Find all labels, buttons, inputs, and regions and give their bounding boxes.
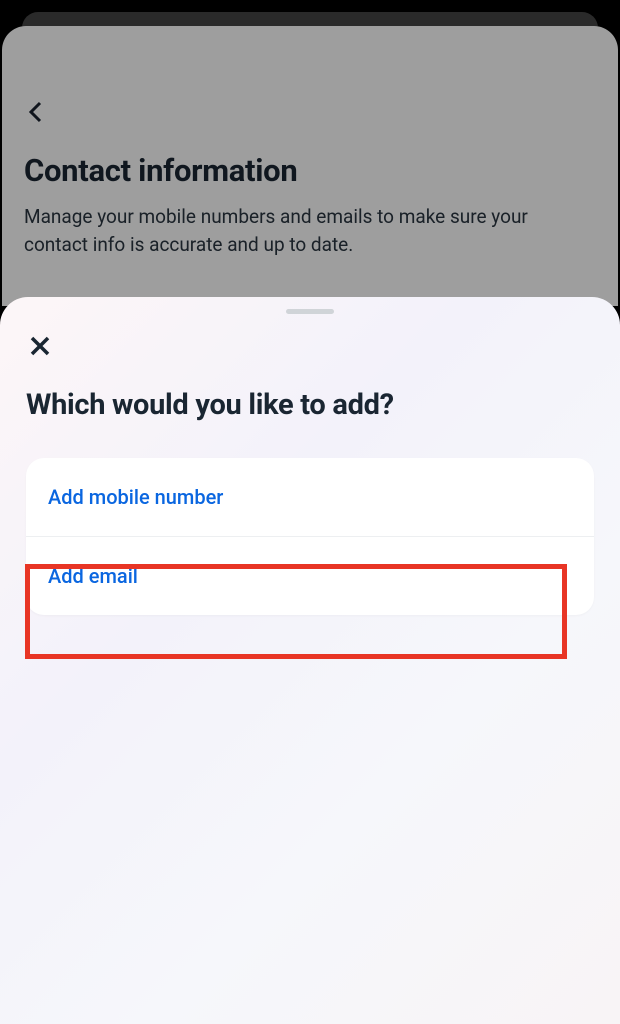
- sheet-title: Which would you like to add?: [26, 388, 594, 422]
- drag-handle[interactable]: [286, 309, 334, 314]
- option-add-mobile-number[interactable]: Add mobile number: [26, 458, 594, 537]
- background-page: Contact information Manage your mobile n…: [2, 26, 618, 306]
- close-icon: [28, 334, 52, 358]
- option-label: Add email: [48, 564, 138, 588]
- dim-overlay: [2, 26, 618, 306]
- bottom-sheet: Which would you like to add? Add mobile …: [0, 297, 620, 1024]
- option-add-email[interactable]: Add email: [26, 537, 594, 615]
- option-label: Add mobile number: [48, 485, 223, 509]
- options-card: Add mobile number Add email: [26, 458, 594, 615]
- close-button[interactable]: [24, 330, 56, 362]
